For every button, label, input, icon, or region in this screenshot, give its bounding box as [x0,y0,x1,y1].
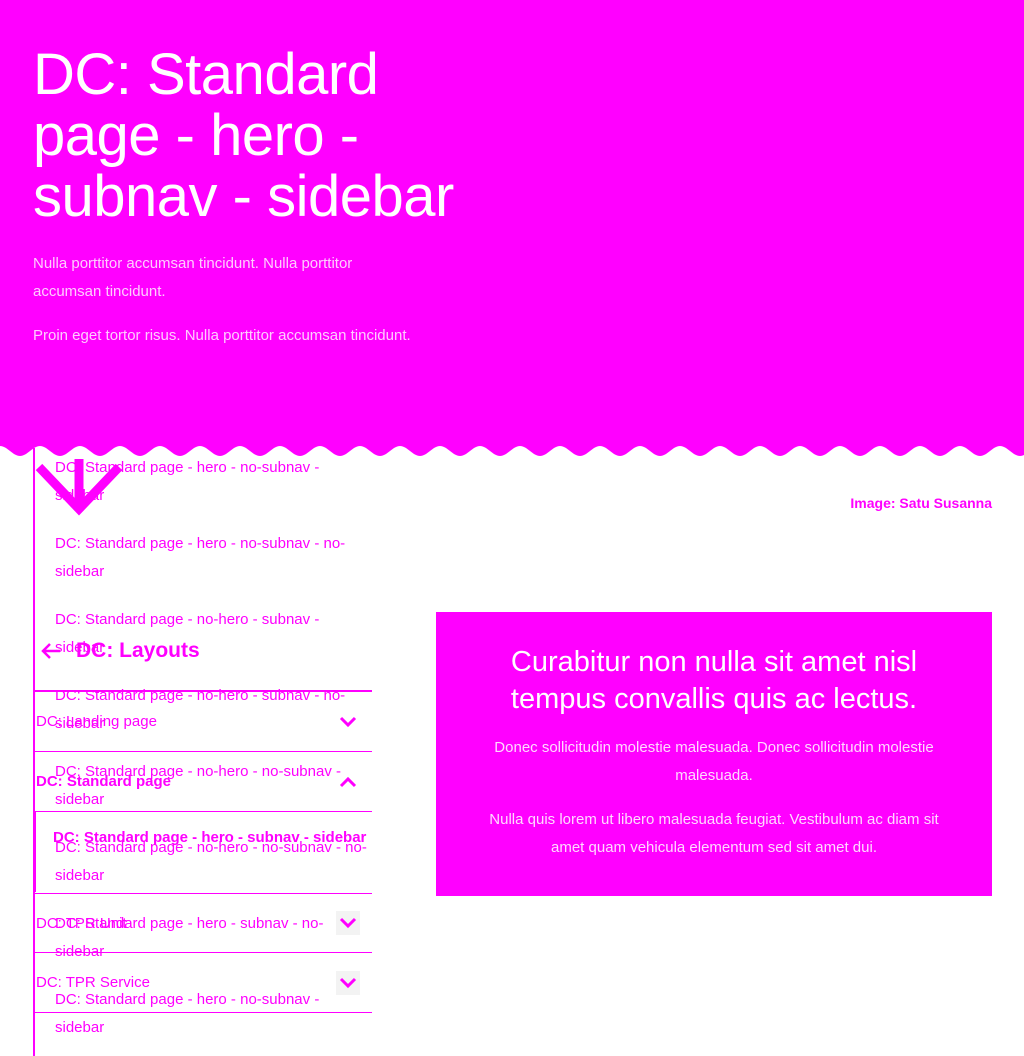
subnav-item-label: DC: TPR Service [36,974,150,991]
arrow-down-icon [35,459,123,516]
callout-paragraph: Donec sollicitudin molestie malesuada. D… [494,739,934,784]
page-title: DC: Standard page - hero - subnav - side… [33,42,454,229]
back-link-label: DC: Layouts [76,639,200,662]
subnav-item-label: DC: TPR Unit [36,914,127,932]
list-item[interactable]: DC: Standard page - hero - no-subnav - n… [33,524,372,600]
subnav-item-label: DC: Standard page [36,773,172,790]
subnav-item-tpr-service[interactable]: DC: TPR Service [33,953,372,1013]
subnav-item-landing-page[interactable]: DC: Landing page [33,692,372,752]
hero-paragraph: Proin eget tortor risus. Nulla porttitor… [33,327,411,344]
chevron-up-icon[interactable] [336,770,360,794]
subnav-item-standard-page[interactable]: DC: Standard page [33,752,372,812]
subnav: DC: Landing page DC: Standard page DC: S… [33,690,372,1013]
callout-paragraph: Nulla quis lorem ut libero malesuada feu… [489,811,939,856]
arrow-left-icon [41,643,60,659]
chevron-down-icon[interactable] [336,710,360,734]
chevron-down-icon[interactable] [336,970,360,995]
subnav-item-tpr-unit[interactable]: DC: TPR Unit [33,893,372,953]
highlight-box: Curabitur non nulla sit amet nisl tempus… [436,612,992,896]
image-credit: Image: Satu Susanna [850,495,992,511]
chevron-down-icon[interactable] [336,911,360,935]
hero: DC: Standard page - hero - subnav - side… [0,0,1024,470]
hero-paragraph: Nulla porttitor accumsan tincidunt. Null… [33,255,353,300]
callout-title: Curabitur non nulla sit amet nisl tempus… [510,646,918,715]
subnav-child-active[interactable]: DC: Standard page - hero - subnav - side… [33,812,372,892]
back-link[interactable]: DC: Layouts [40,636,200,666]
subnav-item-label: DC: Landing page [36,713,157,730]
